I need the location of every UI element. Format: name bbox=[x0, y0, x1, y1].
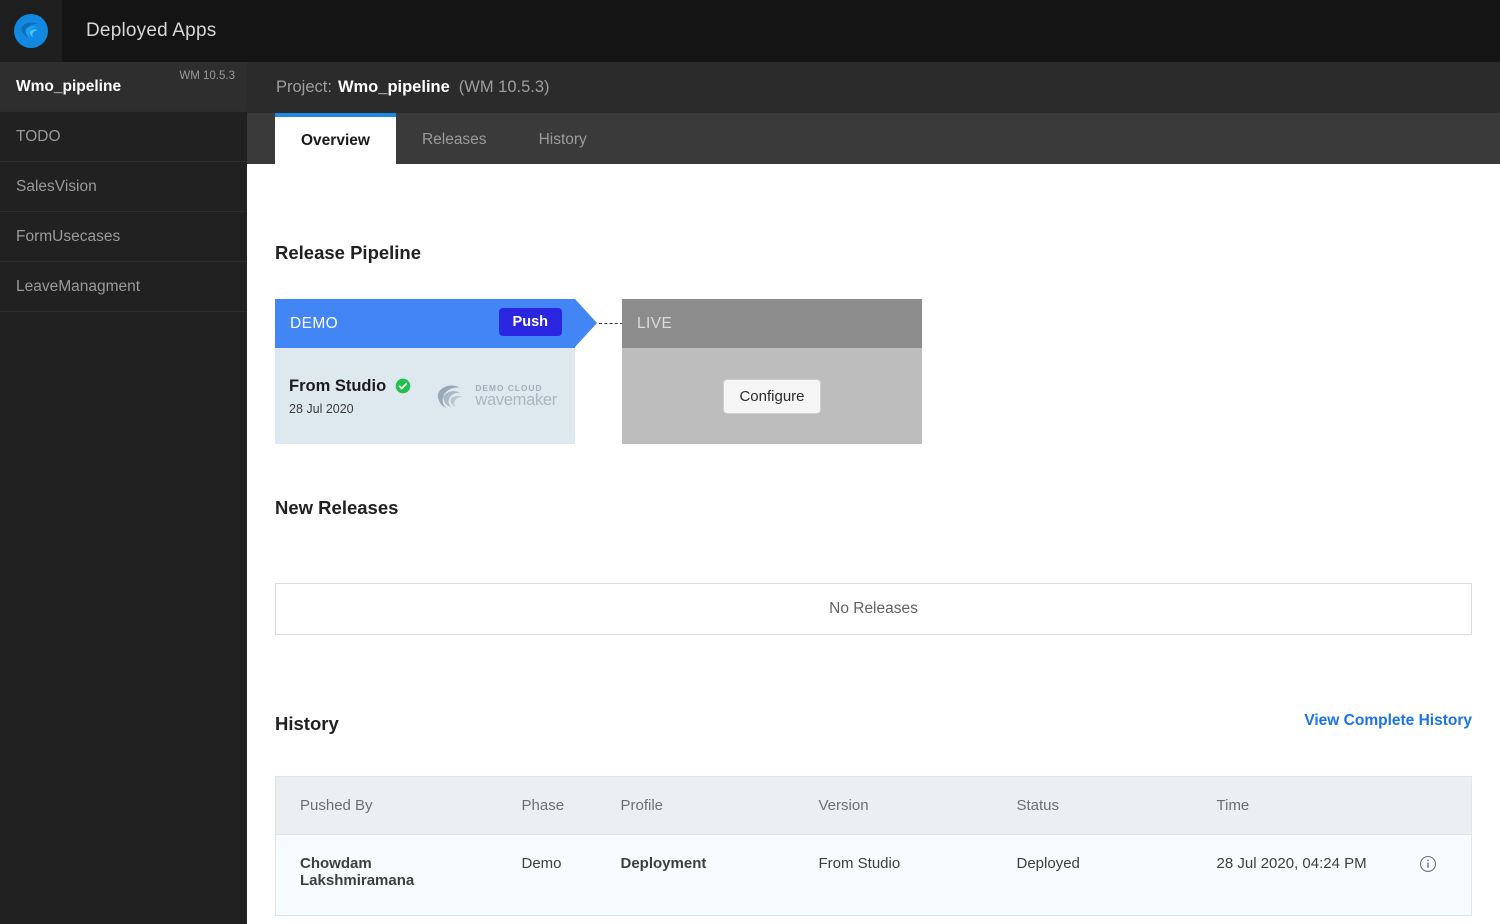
tab-history[interactable]: History bbox=[513, 116, 613, 164]
pipeline-arrow-tip bbox=[575, 299, 597, 347]
column-header-phase: Phase bbox=[498, 777, 597, 835]
column-header-profile: Profile bbox=[597, 777, 795, 835]
wavemaker-bird-icon bbox=[435, 377, 473, 415]
tab-overview[interactable]: Overview bbox=[275, 113, 396, 164]
green-check-icon bbox=[395, 378, 411, 394]
pipeline-card-demo: DEMO Push From Studio 28 Jul 2020 bbox=[275, 299, 575, 444]
top-bar: Deployed Apps bbox=[0, 0, 1500, 62]
app-logo[interactable] bbox=[0, 0, 62, 62]
column-header-version: Version bbox=[795, 777, 993, 835]
demo-cloud-logo-text: DEMO CLOUD wavemaker bbox=[475, 383, 557, 410]
column-header-status: Status bbox=[993, 777, 1193, 835]
project-version: (WM 10.5.3) bbox=[459, 78, 550, 97]
cell-profile[interactable]: Deployment bbox=[597, 835, 795, 916]
tab-releases[interactable]: Releases bbox=[396, 116, 513, 164]
live-phase-label: LIVE bbox=[637, 315, 672, 333]
demo-card-header: DEMO Push bbox=[275, 299, 575, 348]
history-table: Pushed By Phase Profile Version Status T… bbox=[275, 776, 1472, 916]
configure-button[interactable]: Configure bbox=[723, 379, 820, 414]
cell-phase: Demo bbox=[498, 835, 597, 916]
sidebar-item-salesvision[interactable]: SalesVision bbox=[0, 162, 247, 212]
sidebar: Wmo_pipeline WM 10.5.3 TODO SalesVision … bbox=[0, 62, 247, 924]
history-title: History bbox=[275, 713, 339, 735]
new-releases-title: New Releases bbox=[275, 497, 398, 519]
push-button[interactable]: Push bbox=[499, 308, 562, 336]
pipeline-card-live: LIVE Configure bbox=[622, 299, 922, 444]
demo-cloud-wordmark: wavemaker bbox=[475, 391, 557, 410]
info-icon[interactable] bbox=[1419, 855, 1437, 873]
demo-phase-label: DEMO bbox=[290, 315, 338, 333]
cell-version: From Studio bbox=[795, 835, 993, 916]
live-card-body: Configure bbox=[622, 348, 922, 444]
demo-version-label: From Studio bbox=[289, 377, 386, 396]
column-header-pushed-by: Pushed By bbox=[276, 777, 498, 835]
demo-card-body: From Studio 28 Jul 2020 bbox=[275, 348, 575, 444]
live-card-header: LIVE bbox=[622, 299, 922, 348]
sidebar-item-label: TODO bbox=[16, 128, 61, 146]
sidebar-item-label: FormUsecases bbox=[16, 228, 120, 246]
tab-label: Releases bbox=[422, 131, 487, 149]
new-releases-empty-state: No Releases bbox=[275, 583, 1472, 635]
sidebar-item-leavemanagment[interactable]: LeaveManagment bbox=[0, 262, 247, 312]
no-releases-message: No Releases bbox=[829, 600, 918, 618]
cell-actions bbox=[1395, 835, 1472, 916]
release-pipeline-title: Release Pipeline bbox=[275, 242, 421, 264]
demo-cloud-logo: DEMO CLOUD wavemaker bbox=[435, 377, 557, 415]
table-row[interactable]: Chowdam Lakshmiramana Demo Deployment Fr… bbox=[276, 835, 1472, 916]
cell-status: Deployed bbox=[993, 835, 1193, 916]
main-content: Release Pipeline DEMO Push From Studio bbox=[247, 164, 1500, 924]
cell-pushed-by: Chowdam Lakshmiramana bbox=[276, 835, 498, 916]
sidebar-item-formusecases[interactable]: FormUsecases bbox=[0, 212, 247, 262]
tab-label: History bbox=[539, 131, 587, 149]
sidebar-item-label: Wmo_pipeline bbox=[16, 78, 121, 96]
sidebar-item-todo[interactable]: TODO bbox=[0, 112, 247, 162]
sidebar-item-label: SalesVision bbox=[16, 178, 97, 196]
tab-bar: Overview Releases History bbox=[247, 113, 1500, 164]
wavemaker-logo-icon bbox=[14, 14, 48, 48]
project-header: Project: Wmo_pipeline (WM 10.5.3) bbox=[247, 62, 1500, 113]
view-complete-history-link[interactable]: View Complete History bbox=[1304, 712, 1472, 730]
app-title: Deployed Apps bbox=[86, 20, 216, 42]
sidebar-item-wmo-pipeline[interactable]: Wmo_pipeline WM 10.5.3 bbox=[0, 62, 247, 112]
sidebar-item-label: LeaveManagment bbox=[16, 278, 140, 296]
pipeline-connector-line bbox=[599, 323, 623, 324]
column-header-time: Time bbox=[1193, 777, 1395, 835]
column-header-actions bbox=[1395, 777, 1472, 835]
project-name: Wmo_pipeline bbox=[338, 78, 450, 97]
sidebar-item-version: WM 10.5.3 bbox=[179, 70, 235, 82]
cell-time: 28 Jul 2020, 04:24 PM bbox=[1193, 835, 1395, 916]
demo-card-info: From Studio 28 Jul 2020 bbox=[289, 377, 435, 416]
history-table-header-row: Pushed By Phase Profile Version Status T… bbox=[276, 777, 1472, 835]
demo-date: 28 Jul 2020 bbox=[289, 402, 435, 416]
tab-label: Overview bbox=[301, 132, 370, 150]
project-label: Project: bbox=[276, 78, 332, 97]
